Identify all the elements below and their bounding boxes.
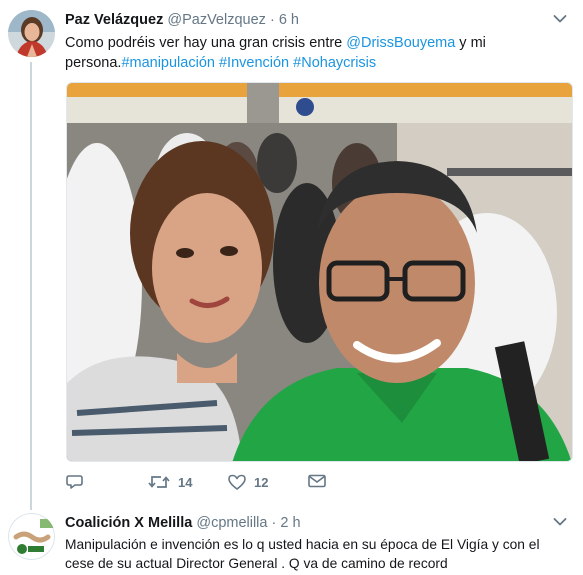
tweet-timestamp[interactable]: 2 h <box>280 515 300 531</box>
avatar[interactable] <box>8 513 55 560</box>
mention-link[interactable]: @DrissBouyema <box>346 35 455 51</box>
like-count: 12 <box>254 474 269 490</box>
tweet-header: Coalición X Melilla @cpmelilla · 2 h <box>65 515 301 531</box>
hashtag-link[interactable]: #manipulación <box>121 55 215 71</box>
tweet[interactable]: Paz Velázquez @PazVelzquez · 6 h Como po… <box>0 0 583 505</box>
author-name[interactable]: Paz Velázquez <box>65 12 163 28</box>
tweet-header: Paz Velázquez @PazVelzquez · 6 h <box>65 12 299 28</box>
reply-button[interactable] <box>66 474 84 490</box>
chevron-down-icon[interactable] <box>553 14 567 24</box>
retweet-button[interactable]: 14 <box>148 474 192 490</box>
retweet-count: 14 <box>178 474 193 490</box>
retweet-icon <box>148 476 170 488</box>
chevron-down-icon[interactable] <box>553 517 567 527</box>
author-handle[interactable]: @cpmelilla <box>196 515 267 531</box>
tweet-photo[interactable] <box>66 82 573 462</box>
tweet-timestamp[interactable]: 6 h <box>279 12 299 28</box>
tweet-text: Manipulación e invención es lo q usted h… <box>65 537 540 571</box>
hashtag-link[interactable]: #Nohaycrisis <box>293 55 376 71</box>
like-button[interactable]: 12 <box>228 474 268 490</box>
avatar[interactable] <box>8 10 55 57</box>
separator-dot: · <box>269 12 275 28</box>
tweet-actions: 14 12 <box>66 474 466 494</box>
hashtag-link[interactable]: #Invención <box>219 55 289 71</box>
tweet[interactable]: Coalición X Melilla @cpmelilla · 2 h Man… <box>0 505 583 575</box>
tweet-text: Como podréis ver hay una gran crisis ent… <box>65 33 565 73</box>
reply-icon <box>66 475 83 489</box>
author-name[interactable]: Coalición X Melilla <box>65 515 192 531</box>
separator-dot: · <box>271 515 277 531</box>
tweet-text-part: Como podréis ver hay una gran crisis ent… <box>65 35 347 51</box>
author-handle[interactable]: @PazVelzquez <box>167 12 266 28</box>
heart-icon <box>228 474 246 490</box>
envelope-icon <box>308 474 326 488</box>
direct-message-button[interactable] <box>308 474 326 488</box>
